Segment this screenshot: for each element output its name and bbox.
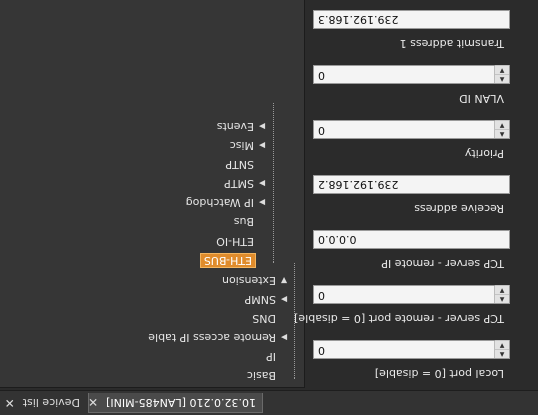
expand-arrow-icon[interactable]: ▶ (278, 334, 290, 343)
spin-buttons[interactable]: ▲ ▼ (494, 120, 509, 138)
tree-item-label: Basic (246, 369, 276, 383)
spin-up-icon[interactable]: ▲ (495, 129, 509, 138)
tab-bar: 10.32.0.210 [LAN485-MINI] ✕ Device list … (0, 390, 538, 415)
tree-item-label: Remote access IP table (148, 331, 276, 345)
tree-item-eth-io[interactable]: ETH-IO (214, 234, 268, 250)
tree-item-label: ETH-IO (216, 235, 254, 249)
spin-value: 0 (318, 344, 325, 357)
tree-connector (273, 103, 274, 263)
priority-spinbox[interactable]: ▲ ▼ 0 (313, 120, 510, 139)
spin-buttons[interactable]: ▲ ▼ (494, 65, 509, 83)
tab-device-config[interactable]: 10.32.0.210 [LAN485-MINI] ✕ (88, 393, 263, 413)
spin-up-icon[interactable]: ▲ (495, 349, 509, 358)
tab-device-list[interactable]: Device list ✕ (0, 393, 86, 413)
tree-item-smtp[interactable]: ▶ SMTP (222, 176, 268, 192)
tree-item-label: IP Watchdog (185, 196, 254, 210)
tcp-port-spinbox[interactable]: ▲ ▼ 0 (313, 285, 510, 304)
properties-panel: Local port [0 = disable] ▲ ▼ 0 TCP server… (294, 0, 538, 388)
spin-value: 0 (318, 289, 325, 302)
tree-item-remote-access[interactable]: ▶ Remote access IP table (146, 330, 290, 346)
close-icon[interactable]: ✕ (5, 396, 15, 410)
transmit-address-label: Transmit address 1 (399, 37, 504, 50)
tree-item-ip[interactable]: IP (264, 349, 290, 365)
local-port-label: Local port [0 = disable] (374, 367, 504, 380)
receive-address-label: Receive address (414, 202, 504, 215)
close-icon[interactable]: ✕ (88, 396, 98, 410)
spin-value: 0 (318, 69, 325, 82)
spin-down-icon[interactable]: ▼ (495, 340, 509, 349)
spin-buttons[interactable]: ▲ ▼ (494, 285, 509, 303)
expand-arrow-icon[interactable]: ▶ (256, 199, 268, 208)
tree-item-misc[interactable]: ▶ Misc (228, 138, 268, 154)
tcp-ip-label: TCP server - remote IP (381, 257, 504, 270)
tree-item-label: Misc (229, 139, 254, 153)
receive-address-value: 239.192.168.2 (318, 178, 399, 191)
expand-arrow-icon[interactable]: ▶ (256, 123, 268, 132)
tcp-ip-input[interactable]: 0.0.0.0 (313, 230, 510, 249)
local-port-spinbox[interactable]: ▲ ▼ 0 (313, 340, 510, 359)
tree-item-label: SMTP (224, 177, 254, 191)
tree-item-label: SNTP (225, 158, 254, 172)
settings-tree: Basic IP ▶ Remote access IP table DNS ▶ … (0, 0, 305, 388)
expand-arrow-icon[interactable]: ▶ (256, 142, 268, 151)
tree-item-label: Events (216, 120, 254, 134)
spin-up-icon[interactable]: ▲ (495, 294, 509, 303)
tree-item-label: IP (266, 350, 276, 364)
receive-address-input[interactable]: 239.192.168.2 (313, 175, 510, 194)
tree-item-ip-watchdog[interactable]: ▶ IP Watchdog (184, 195, 268, 211)
spin-down-icon[interactable]: ▼ (495, 65, 509, 74)
tcp-ip-value: 0.0.0.0 (318, 233, 357, 246)
tree-item-label: ETH-BUS (199, 253, 256, 269)
spin-down-icon[interactable]: ▼ (495, 285, 509, 294)
tcp-port-label: TCP server - remote port [0 = disable] (294, 312, 504, 325)
tab-label: Device list (22, 396, 80, 410)
collapse-arrow-icon[interactable]: ▼ (278, 277, 290, 286)
vlan-id-spinbox[interactable]: ▲ ▼ 0 (313, 65, 510, 84)
tree-item-bus[interactable]: Bus (232, 214, 268, 230)
expand-arrow-icon[interactable]: ▶ (278, 296, 290, 305)
transmit-address-input[interactable]: 239.192.168.3 (313, 10, 510, 29)
tree-item-eth-bus[interactable]: ETH-BUS (199, 253, 268, 269)
tree-item-label: DNS (252, 312, 276, 326)
tab-label: 10.32.0.210 [LAN485-MINI] (106, 396, 256, 409)
tree-item-basic[interactable]: Basic (245, 368, 290, 384)
priority-label: Priority (464, 147, 504, 160)
expand-arrow-icon[interactable]: ▶ (256, 180, 268, 189)
spin-buttons[interactable]: ▲ ▼ (494, 340, 509, 358)
app-window: 10.32.0.210 [LAN485-MINI] ✕ Device list … (0, 0, 538, 415)
tree-item-snmp[interactable]: ▶ SNMP (243, 292, 290, 308)
spin-down-icon[interactable]: ▼ (495, 120, 509, 129)
tree-item-extension[interactable]: ▼ Extension (220, 273, 290, 289)
tree-item-dns[interactable]: DNS (250, 311, 290, 327)
transmit-address-value: 239.192.168.3 (318, 13, 399, 26)
tree-item-events[interactable]: ▶ Events (215, 119, 268, 135)
tree-item-label: Extension (221, 274, 276, 288)
tree-item-label: SNMP (244, 293, 276, 307)
spin-up-icon[interactable]: ▲ (495, 74, 509, 83)
tree-item-sntp[interactable]: SNTP (223, 157, 268, 173)
vlan-id-label: VLAN ID (459, 92, 504, 105)
spin-value: 0 (318, 124, 325, 137)
tree-item-label: Bus (233, 215, 254, 229)
